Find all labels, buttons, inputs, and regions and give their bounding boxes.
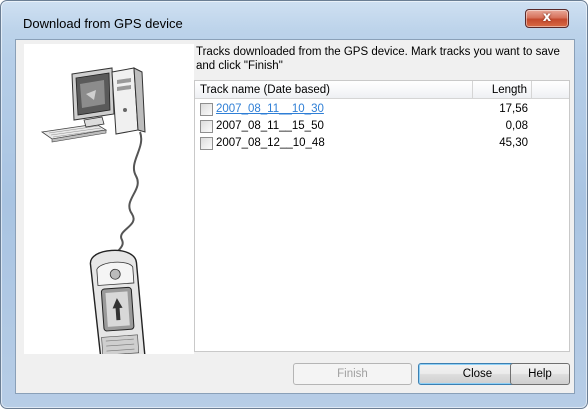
list-header: Track name (Date based) Length	[195, 81, 569, 99]
track-length: 0,08	[505, 120, 528, 132]
tracks-list[interactable]: Track name (Date based) Length 2007_08_1…	[194, 80, 570, 352]
crt-monitor-icon	[71, 67, 115, 128]
track-row[interactable]: 2007_08_12__10_48 45,30	[195, 135, 569, 152]
close-icon: x	[542, 10, 552, 25]
keyboard-icon	[40, 123, 108, 143]
title-bar[interactable]: Download from GPS device x	[1, 1, 587, 31]
instructions-text: Tracks downloaded from the GPS device. M…	[196, 46, 560, 72]
track-checkbox[interactable]	[200, 120, 213, 133]
gps-illustration	[24, 44, 194, 354]
track-name[interactable]: 2007_08_11__10_30	[216, 101, 324, 118]
handheld-gps-icon	[89, 249, 146, 354]
track-length: 45,30	[499, 137, 528, 149]
track-checkbox[interactable]	[200, 137, 213, 150]
track-row[interactable]: 2007_08_11__15_50 0,08	[195, 118, 569, 135]
computer-tower-icon	[111, 67, 146, 135]
track-name[interactable]: 2007_08_12__10_48	[216, 135, 325, 152]
track-row[interactable]: 2007_08_11__10_30 17,56	[195, 101, 569, 118]
column-header-length[interactable]: Length	[474, 81, 532, 99]
window-title: Download from GPS device	[23, 16, 183, 31]
download-dialog: Download from GPS device x Tracks downlo…	[0, 0, 588, 409]
track-checkbox[interactable]	[200, 103, 213, 116]
usb-cable-icon	[114, 131, 143, 261]
finish-button[interactable]: Finish	[293, 363, 412, 385]
dialog-body: Tracks downloaded from the GPS device. M…	[15, 39, 575, 394]
column-header-track-name[interactable]: Track name (Date based)	[195, 81, 473, 99]
close-window-button[interactable]: x	[525, 9, 569, 28]
track-length: 17,56	[499, 103, 528, 115]
help-button[interactable]: Help	[510, 363, 570, 385]
track-name[interactable]: 2007_08_11__15_50	[216, 118, 324, 135]
